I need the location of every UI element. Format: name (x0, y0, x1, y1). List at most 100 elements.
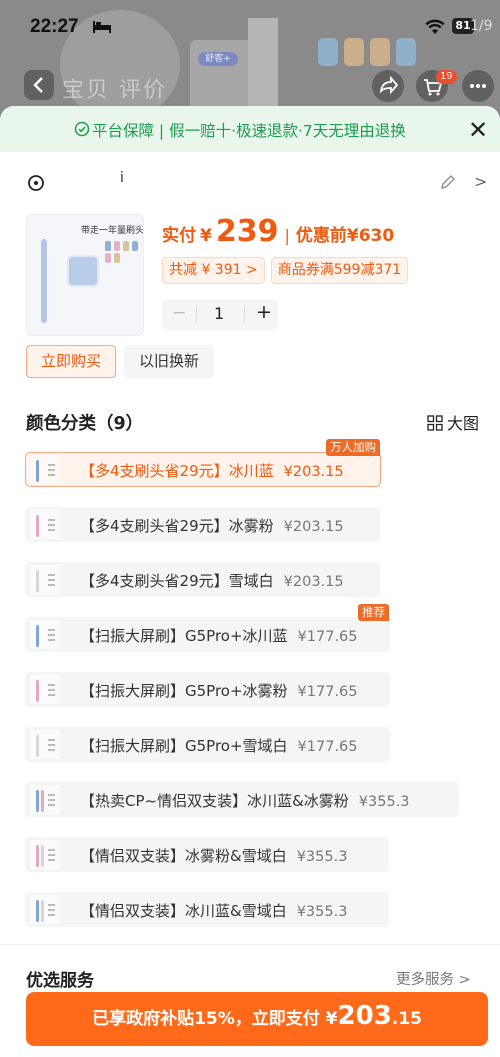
shield-check-icon (74, 121, 90, 137)
section-divider (0, 944, 500, 945)
color-option[interactable]: 【扫振大屏刷】G5Pro+雪域白 ¥177.65 (25, 727, 390, 762)
platform-guarantee-bar: 平台保障 | 假一赔十·极速退款·7天无理由退换 ✕ (0, 106, 500, 152)
option-thumbnail (30, 785, 60, 814)
grid-icon (427, 415, 443, 431)
color-option[interactable]: 【扫振大屏刷】G5Pro+冰川蓝 ¥177.65 推荐 (25, 604, 390, 652)
color-option[interactable]: 【情侣双支装】冰川蓝&雪域白 ¥355.3 (25, 892, 389, 927)
big-view-toggle[interactable]: 大图 (427, 410, 479, 434)
chevron-left-icon (33, 77, 43, 93)
option-price: ¥203.15 (283, 464, 344, 480)
more-services-link[interactable]: 更多服务 > (396, 968, 471, 989)
option-label: 【热卖CP~情侣双支装】冰川蓝&冰雾粉 ¥355.3 (80, 790, 410, 811)
option-thumbnail (30, 620, 60, 649)
color-option[interactable]: 【多4支刷头省29元】冰雾粉 ¥203.15 (25, 507, 380, 542)
address-row[interactable]: i > (0, 168, 500, 198)
bed-icon (93, 21, 111, 33)
currency-symbol: ¥ (200, 226, 212, 246)
option-label: 【扫振大屏刷】G5Pro+冰川蓝 ¥177.65 (80, 625, 358, 646)
cart-count-badge: 19 (436, 70, 457, 84)
status-bar: 22:27 81 1/9 (0, 0, 500, 62)
option-price: ¥203.15 (283, 519, 344, 535)
total-discount-tag[interactable]: 共减 ¥ 391 > (162, 257, 265, 284)
more-button[interactable] (462, 70, 494, 102)
thumb-screen (67, 255, 99, 287)
option-price: ¥177.65 (297, 739, 358, 755)
option-name: 【扫振大屏刷】G5Pro+冰川蓝 (80, 627, 288, 645)
price-label: 实付 (162, 226, 196, 246)
sku-selection-sheet: 平台保障 | 假一赔十·极速退款·7天无理由退换 ✕ i > 带走一年量刷头 实… (0, 106, 500, 1057)
thumbnail-label: 带走一年量刷头 (81, 226, 144, 236)
option-name: 【扫振大屏刷】G5Pro+雪域白 (80, 737, 288, 755)
option-name: 【情侣双支装】冰川蓝&雪域白 (80, 902, 287, 920)
share-icon (379, 75, 399, 95)
option-name: 【热卖CP~情侣双支装】冰川蓝&冰雾粉 (80, 792, 349, 810)
option-price: ¥203.15 (283, 574, 344, 590)
pay-amount: 203 (337, 1001, 392, 1031)
option-name: 【多4支刷头省29元】雪域白 (80, 572, 274, 590)
option-price: ¥177.65 (297, 684, 358, 700)
share-button[interactable] (372, 70, 404, 102)
product-thumbnail[interactable]: 带走一年量刷头 (26, 214, 144, 336)
location-icon (28, 175, 44, 191)
back-button[interactable] (24, 70, 54, 100)
chevron-right-icon[interactable]: > (474, 172, 487, 191)
final-price: 239 (215, 214, 279, 249)
pay-now-label: 已享政府补贴15%，立即支付 ¥ (92, 1009, 338, 1029)
option-thumbnail (30, 455, 60, 484)
option-thumbnail (30, 730, 60, 759)
option-name: 【多4支刷头省29元】冰川蓝 (80, 462, 274, 480)
wifi-icon (425, 19, 445, 34)
guarantee-text: 平台保障 | 假一赔十·极速退款·7天无理由退换 (92, 122, 406, 140)
quantity-value[interactable]: 1 (214, 304, 224, 323)
bg-tab-title: 宝贝 评价 (62, 78, 167, 103)
option-badge: 推荐 (358, 604, 389, 621)
option-price: ¥355.3 (296, 904, 348, 920)
option-price: ¥177.65 (297, 629, 358, 645)
option-badge: 万人加购 (326, 439, 380, 456)
original-price-label: 优惠前 (295, 226, 347, 246)
original-price: ¥630 (346, 226, 395, 246)
option-name: 【多4支刷头省29元】冰雾粉 (80, 517, 274, 535)
more-dots-icon (470, 84, 486, 88)
discount-tags: 共减 ¥ 391 > 商品券满599减371 (162, 257, 414, 284)
option-label: 【情侣双支装】冰雾粉&雪域白 ¥355.3 (80, 845, 347, 866)
purchase-mode-row: 立即购买 以旧换新 (26, 345, 222, 378)
color-section-title: 颜色分类（9） (26, 414, 144, 434)
address-text: i (120, 170, 124, 186)
option-thumbnail (30, 510, 60, 539)
option-thumbnail (30, 675, 60, 704)
color-option[interactable]: 【热卖CP~情侣双支装】冰川蓝&冰雾粉 ¥355.3 (25, 782, 459, 817)
big-view-label: 大图 (447, 414, 480, 433)
option-name: 【情侣双支装】冰雾粉&雪域白 (80, 847, 287, 865)
color-option[interactable]: 【多4支刷头省29元】冰川蓝 ¥203.15 万人加购 (25, 439, 381, 487)
color-option[interactable]: 【情侣双支装】冰雾粉&雪域白 ¥355.3 (25, 837, 389, 872)
thumb-brush-heads (105, 241, 138, 263)
color-option[interactable]: 【扫振大屏刷】G5Pro+冰雾粉 ¥177.65 (25, 672, 390, 707)
option-price: ¥355.3 (358, 794, 410, 810)
option-label: 【多4支刷头省29元】雪域白 ¥203.15 (80, 570, 344, 591)
pay-now-button[interactable]: 已享政府补贴15%，立即支付 ¥203.15 (26, 992, 488, 1046)
price-line: 实付 ¥239 | 优惠前¥630 (162, 214, 395, 249)
thumb-brush-body (41, 239, 47, 323)
quantity-stepper[interactable]: − 1 + (162, 299, 278, 330)
option-price: ¥355.3 (296, 849, 348, 865)
option-thumbnail (30, 565, 60, 594)
option-label: 【情侣双支装】冰川蓝&雪域白 ¥355.3 (80, 900, 347, 921)
close-icon[interactable]: ✕ (468, 116, 488, 144)
color-option[interactable]: 【多4支刷头省29元】雪域白 ¥203.15 (25, 562, 380, 597)
option-name: 【扫振大屏刷】G5Pro+冰雾粉 (80, 682, 288, 700)
plus-button[interactable]: + (256, 301, 272, 323)
pay-amount-decimal: .15 (391, 1009, 422, 1029)
option-label: 【多4支刷头省29元】冰雾粉 ¥203.15 (80, 515, 344, 536)
option-label: 【多4支刷头省29元】冰川蓝 ¥203.15 (80, 460, 344, 481)
status-time: 22:27 (30, 16, 79, 37)
services-title: 优选服务 (26, 971, 94, 991)
minus-button[interactable]: − (172, 303, 186, 323)
option-thumbnail (30, 895, 60, 924)
option-thumbnail (30, 840, 60, 869)
buy-now-mode[interactable]: 立即购买 (26, 345, 117, 378)
coupon-tag[interactable]: 商品券满599减371 (270, 257, 409, 284)
trade-in-mode[interactable]: 以旧换新 (124, 345, 215, 378)
edit-pencil-icon[interactable] (439, 173, 457, 191)
image-page-counter: 1/9 (470, 18, 493, 34)
